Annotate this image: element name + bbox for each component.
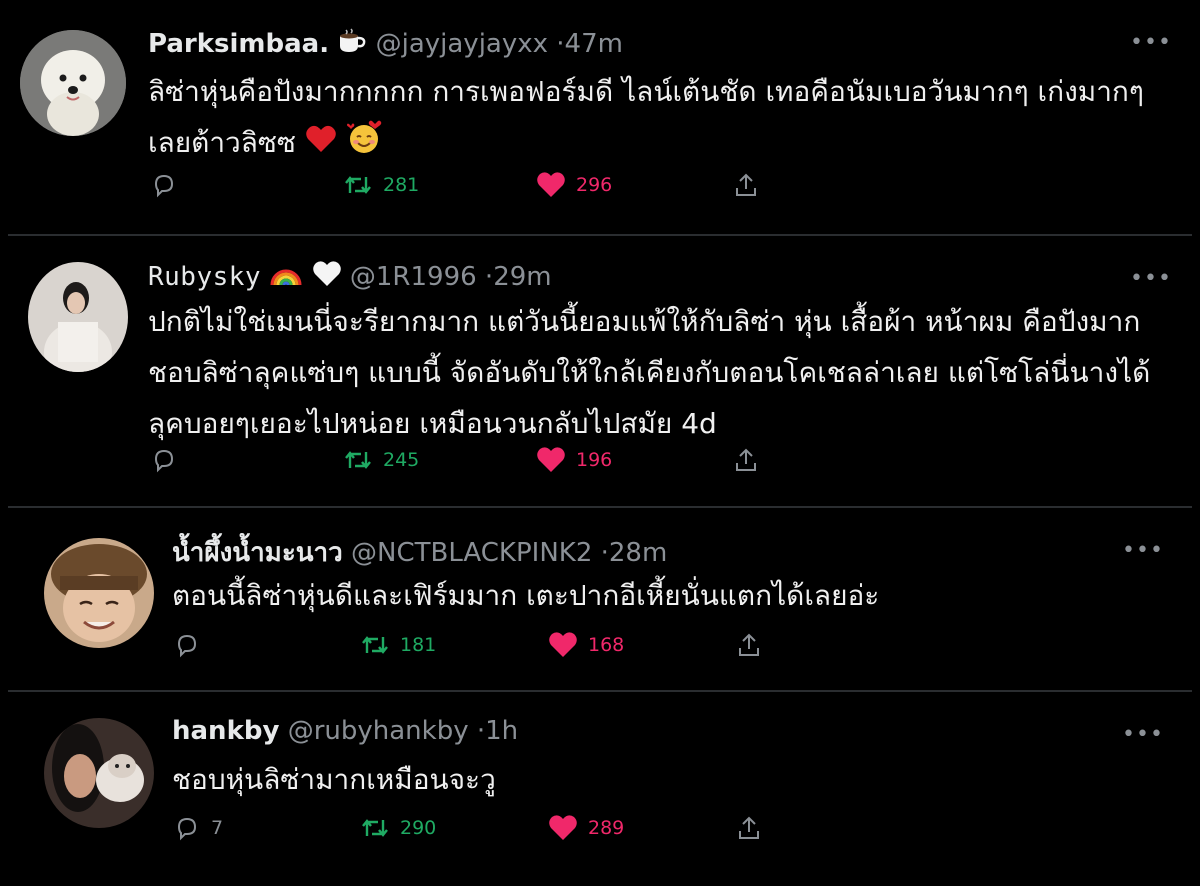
retweet-button[interactable]: 290 bbox=[360, 814, 436, 842]
coffee-emoji bbox=[337, 28, 367, 61]
tweet-text: ปกติไม่ใช่เมนนี่จะรียากมาก แต่วันนี้ยอมแ… bbox=[148, 296, 1158, 449]
more-icon[interactable]: ••• bbox=[1130, 30, 1172, 55]
like-icon bbox=[548, 631, 578, 659]
reply-icon bbox=[173, 631, 201, 659]
reply-icon bbox=[150, 171, 178, 199]
girl-photo-avatar[interactable] bbox=[28, 262, 128, 372]
display-name[interactable]: Parksimbaa. bbox=[148, 29, 329, 59]
red-heart-emoji bbox=[305, 119, 337, 170]
separator-dot: · bbox=[600, 538, 609, 568]
reply-icon bbox=[173, 814, 201, 842]
like-icon bbox=[536, 446, 566, 474]
retweet-button[interactable]: 281 bbox=[343, 171, 419, 199]
tweet-header: Parksimbaa. @jayjayjayxx ·47m bbox=[148, 28, 623, 61]
user-handle[interactable]: @rubyhankby bbox=[288, 716, 469, 746]
like-icon bbox=[548, 814, 578, 842]
retweet-button[interactable]: 245 bbox=[343, 446, 419, 474]
retweet-icon bbox=[343, 171, 373, 199]
more-icon[interactable]: ••• bbox=[1130, 266, 1172, 291]
tweet-text: ลิซ่าหุ่นคือปังมากกกกก การเพอฟอร์มดี ไลน… bbox=[148, 66, 1158, 170]
share-icon bbox=[735, 814, 763, 842]
tweet-text: ตอนนี้ลิซ่าหุ่นดีและเฟิร์มมาก เตะปากอีเห… bbox=[172, 570, 1182, 621]
reply-count: 7 bbox=[211, 817, 224, 839]
retweet-count: 181 bbox=[400, 634, 437, 656]
like-count: 168 bbox=[588, 634, 625, 656]
tweet-header: hankby @rubyhankby ·1h bbox=[172, 716, 518, 746]
tweet[interactable]: Rubysky @1R1996 ·29m ••• ปกติไม่ใช่เมนนี… bbox=[0, 236, 1200, 506]
tweet[interactable]: น้ำผึ้งน้ำมะนาว @NCTBLACKPINK2 ·28m ••• … bbox=[0, 508, 1200, 690]
reply-icon bbox=[150, 446, 178, 474]
retweet-count: 245 bbox=[383, 449, 420, 471]
more-icon[interactable]: ••• bbox=[1122, 538, 1164, 563]
retweet-icon bbox=[360, 631, 390, 659]
tweet-text-content: ปกติไม่ใช่เมนนี่จะรียากมาก แต่วันนี้ยอมแ… bbox=[148, 305, 1151, 440]
girl-with-cat-avatar[interactable] bbox=[44, 718, 154, 828]
separator-dot: · bbox=[476, 716, 486, 746]
retweet-icon bbox=[360, 814, 390, 842]
tweet-actions: 7 290 289 bbox=[0, 814, 1200, 848]
tweet[interactable]: hankby @rubyhankby ·1h ••• ชอบหุ่นลิซ่าม… bbox=[0, 692, 1200, 886]
share-icon bbox=[732, 446, 760, 474]
white-heart-emoji bbox=[312, 260, 342, 295]
display-name[interactable]: Rubysky bbox=[148, 262, 261, 292]
share-button[interactable] bbox=[732, 446, 760, 474]
white-dog-avatar[interactable] bbox=[20, 30, 126, 136]
tweet-text: ชอบหุ่นลิซ่ามากเหมือนจะวู bbox=[172, 754, 1182, 805]
like-count: 296 bbox=[576, 174, 613, 196]
like-button[interactable]: 168 bbox=[548, 631, 624, 659]
separator-dot: · bbox=[556, 29, 565, 59]
timestamp[interactable]: 28m bbox=[609, 538, 667, 568]
more-icon[interactable]: ••• bbox=[1122, 722, 1164, 747]
tweet-text-content: ชอบหุ่นลิซ่ามากเหมือนจะวู bbox=[172, 763, 496, 796]
tweet-actions: 181 168 bbox=[0, 631, 1200, 665]
timestamp[interactable]: 1h bbox=[485, 716, 518, 746]
user-handle[interactable]: @NCTBLACKPINK2 bbox=[351, 538, 592, 568]
reply-button[interactable]: 7 bbox=[173, 814, 223, 842]
share-icon bbox=[732, 171, 760, 199]
share-button[interactable] bbox=[735, 631, 763, 659]
tweet-actions: 281 296 bbox=[0, 171, 1200, 205]
user-handle[interactable]: @1R1996 bbox=[350, 262, 477, 292]
share-button[interactable] bbox=[732, 171, 760, 199]
timestamp[interactable]: 29m bbox=[493, 262, 551, 292]
tweet-actions: 245 196 bbox=[0, 446, 1200, 480]
share-button[interactable] bbox=[735, 814, 763, 842]
like-count: 289 bbox=[588, 817, 625, 839]
reply-button[interactable] bbox=[173, 631, 211, 659]
tweet[interactable]: Parksimbaa. @jayjayjayxx ·47m ••• ลิซ่าห… bbox=[0, 0, 1200, 234]
display-name[interactable]: hankby bbox=[172, 716, 279, 746]
tweet-header: Rubysky @1R1996 ·29m bbox=[148, 260, 552, 295]
tweet-header: น้ำผึ้งน้ำมะนาว @NCTBLACKPINK2 ·28m bbox=[172, 532, 667, 573]
like-button[interactable]: 296 bbox=[536, 171, 612, 199]
separator-dot: · bbox=[484, 262, 494, 292]
retweet-button[interactable]: 181 bbox=[360, 631, 436, 659]
retweet-count: 281 bbox=[383, 174, 420, 196]
like-icon bbox=[536, 171, 566, 199]
share-icon bbox=[735, 631, 763, 659]
tweet-text-content: ลิซ่าหุ่นคือปังมากกกกก การเพอฟอร์มดี ไลน… bbox=[148, 75, 1144, 159]
like-button[interactable]: 289 bbox=[548, 814, 624, 842]
smiling-hearts-emoji bbox=[346, 119, 382, 170]
like-button[interactable]: 196 bbox=[536, 446, 612, 474]
display-name[interactable]: น้ำผึ้งน้ำมะนาว bbox=[172, 538, 343, 568]
like-count: 196 bbox=[576, 449, 613, 471]
reply-button[interactable] bbox=[150, 171, 188, 199]
tweet-text-content: ตอนนี้ลิซ่าหุ่นดีและเฟิร์มมาก เตะปากอีเห… bbox=[172, 579, 880, 612]
rainbow-emoji bbox=[269, 261, 303, 294]
reply-button[interactable] bbox=[150, 446, 188, 474]
user-handle[interactable]: @jayjayjayxx bbox=[376, 29, 548, 59]
retweet-count: 290 bbox=[400, 817, 437, 839]
retweet-icon bbox=[343, 446, 373, 474]
timestamp[interactable]: 47m bbox=[565, 29, 623, 59]
